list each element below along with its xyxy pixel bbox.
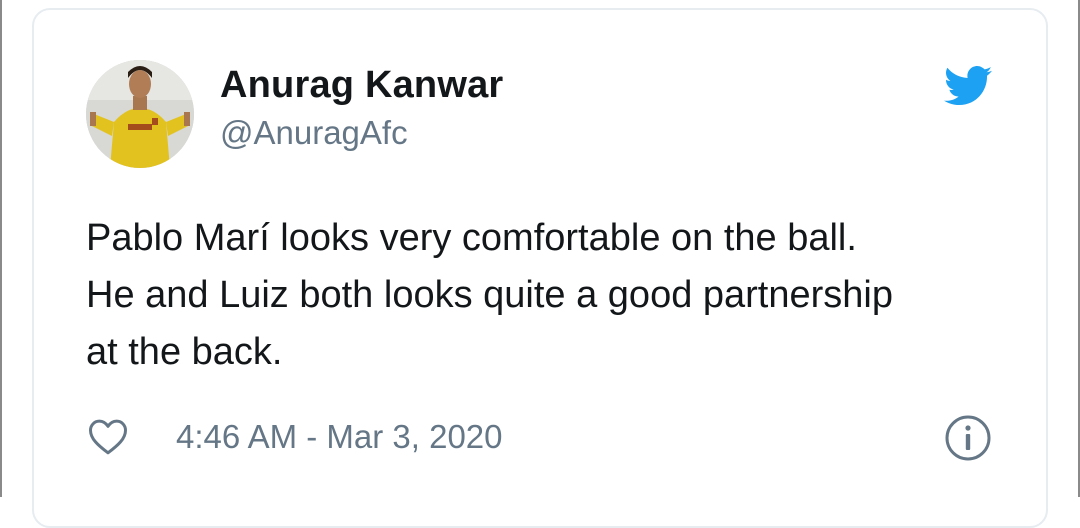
tweet-timestamp[interactable]: 4:46 AM - Mar 3, 2020 [176,418,503,456]
tweet-text: Pablo Marí looks very comfortable on the… [86,217,893,373]
avatar-photo [86,60,194,168]
heart-icon[interactable] [88,418,128,456]
info-icon[interactable] [944,414,992,462]
display-name[interactable]: Anurag Kanwar [220,64,503,107]
twitter-bird-icon[interactable] [944,66,992,106]
user-handle[interactable]: @AnuragAfc [220,114,408,152]
window-edge-left [0,0,2,497]
avatar[interactable] [86,60,194,168]
